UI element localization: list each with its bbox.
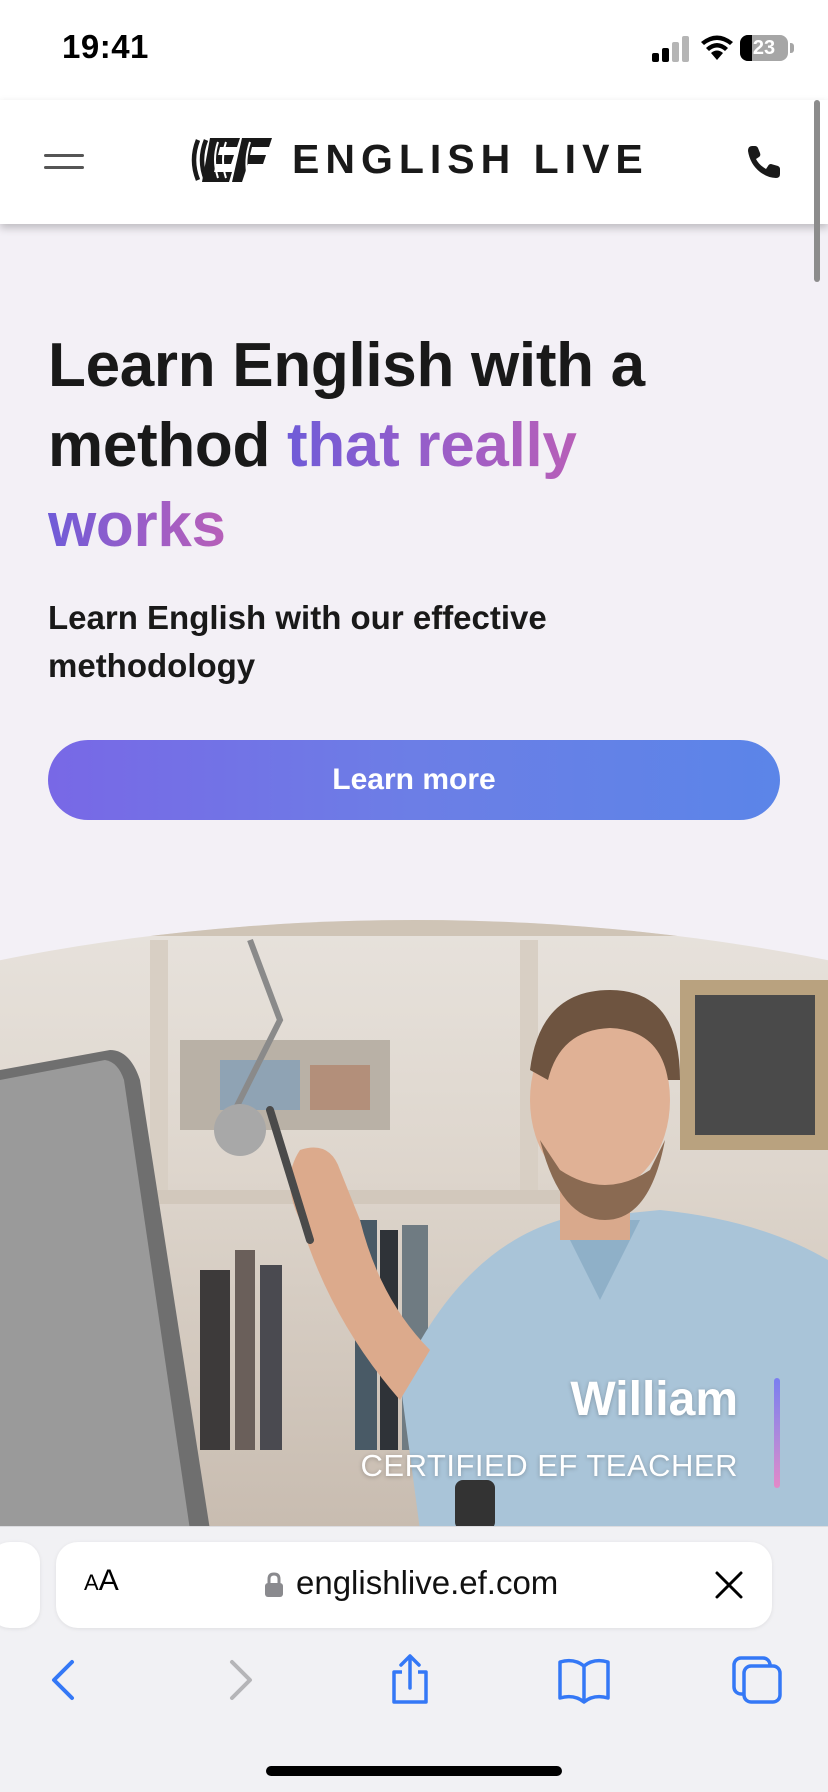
teacher-name: William [570,1373,738,1426]
hamburger-icon [44,154,84,157]
brand-name: ENGLISH LIVE [292,136,649,182]
status-time: 19:41 [62,28,149,65]
hero-title-line2: method [48,411,287,480]
battery-cap [790,43,794,53]
status-bar: 19:41 23 [0,0,828,100]
teacher-photo [0,920,828,1530]
battery-icon: 23 [740,35,788,61]
site-header: ENGLISH LIVE [0,100,828,224]
chevron-left-icon[interactable] [38,1654,94,1706]
teacher-photo-illustration [0,920,828,1530]
hero-title-accent: that really [287,411,577,480]
text-size-big: A [98,1564,119,1597]
book-icon[interactable] [556,1654,612,1706]
hamburger-line [44,166,84,169]
scroll-indicator[interactable] [814,100,820,282]
chevron-right-icon[interactable] [210,1654,266,1706]
cellular-signal-icon [652,36,689,62]
teacher-role: CERTIFIED EF TEACHER [360,1448,738,1483]
menu-button[interactable] [40,146,86,178]
hero-title-accent-2: works [48,491,226,560]
hero-title-line1: Learn English with a [48,331,645,400]
previous-tab-edge[interactable] [0,1542,40,1628]
text-size-button[interactable]: AA [84,1564,134,1606]
teacher-accent-bar [774,1378,780,1488]
address-bar[interactable]: AA englishlive.ef.com [56,1542,772,1628]
home-indicator[interactable] [266,1766,562,1776]
phone-icon[interactable] [744,142,784,182]
lock-icon [265,1572,283,1597]
learn-more-button[interactable]: Learn more [48,740,780,820]
wifi-icon [701,35,733,60]
text-size-small: A [84,1570,99,1595]
close-icon[interactable] [712,1568,746,1602]
url-text[interactable]: englishlive.ef.com [296,1564,558,1602]
ef-logo-icon [191,138,272,182]
battery-level: 23 [752,37,776,59]
hero-title: Learn English with a method that really … [48,326,788,566]
hero-subtitle: Learn English with our effective methodo… [48,599,547,684]
share-icon[interactable] [382,1654,438,1706]
tabs-icon[interactable] [730,1654,786,1706]
